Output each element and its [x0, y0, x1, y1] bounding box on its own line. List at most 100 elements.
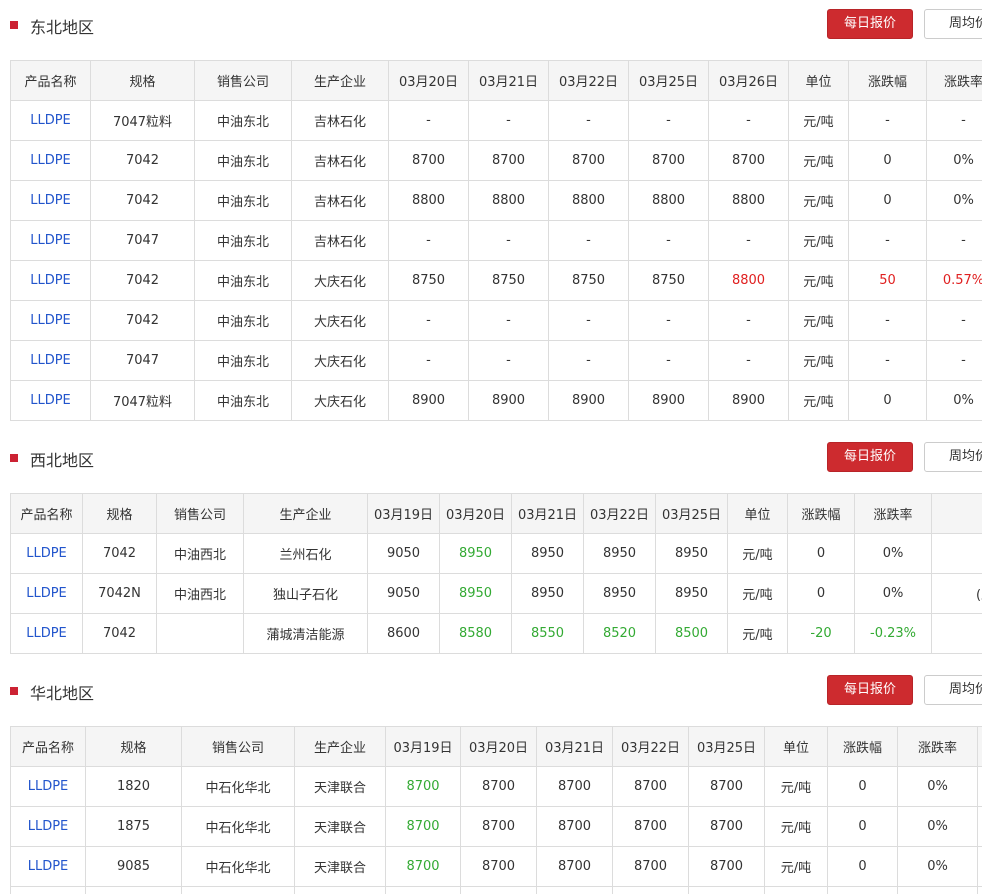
cell-producer: 兰州石化 [243, 533, 368, 574]
cell-price: 8700 [385, 766, 461, 807]
cell-price: 8700 [460, 806, 537, 847]
cell-change-rate: 0% [854, 573, 932, 614]
product-link[interactable]: LLDPE [10, 613, 83, 654]
column-header: 03月25日 [655, 493, 728, 534]
cell-price: 8700 [536, 846, 613, 887]
cell-price: 8700 [612, 806, 689, 847]
daily-price-button[interactable]: 每日报价 [827, 9, 913, 39]
weekly-avg-button[interactable]: 周均价 [924, 9, 982, 39]
cell-price: - [548, 340, 629, 381]
daily-price-button[interactable]: 每日报价 [827, 675, 913, 705]
product-link[interactable]: LLDPE [10, 340, 91, 381]
product-link[interactable]: LLDPE [10, 180, 91, 221]
product-link[interactable]: LLDPE [10, 533, 83, 574]
cell-price: - [548, 100, 629, 141]
column-header: 03月19日 [367, 493, 440, 534]
cell-sales-company: 中油东北 [194, 100, 292, 141]
product-link[interactable]: LLDPE [10, 300, 91, 341]
column-header: 03月25日 [628, 60, 709, 101]
cell-price: 8700 [612, 766, 689, 807]
column-header [931, 493, 982, 534]
product-link[interactable]: LLDPE [10, 846, 86, 887]
cell-spec: 7042N [82, 573, 157, 614]
cell-unit: 元/吨 [764, 846, 828, 887]
cell-spec: 9085 [85, 846, 182, 887]
cell-sales-company: 中油东北 [194, 180, 292, 221]
column-header: 03月20日 [388, 60, 469, 101]
cell-price: 8750 [468, 260, 549, 301]
cell-price [536, 886, 613, 894]
cell-change-amount: - [848, 100, 927, 141]
product-link[interactable]: LLDPE [10, 140, 91, 181]
cell-price: 8550 [511, 613, 584, 654]
product-link[interactable]: LLDPE [10, 573, 83, 614]
cell-producer: 天津联合 [294, 766, 386, 807]
column-header: 产品名称 [10, 726, 86, 767]
cell-price: 9050 [367, 573, 440, 614]
column-header: 涨跌幅 [787, 493, 855, 534]
cell-producer: 大庆石化 [291, 260, 389, 301]
cell-extra [977, 766, 982, 807]
column-header: 单位 [727, 493, 788, 534]
cell-sales-company: 中油西北 [156, 533, 244, 574]
cell-spec: 7042 [90, 260, 195, 301]
product-link[interactable]: LLDPE [10, 766, 86, 807]
cell-price: - [628, 220, 709, 261]
column-header: 03月20日 [439, 493, 512, 534]
table-row: LLDPE 7047粒料 中油东北 大庆石化 8900 8900 8900 8900 8900 元… [10, 380, 982, 421]
table-header-row: 产品名称 规格 销售公司 生产企业 03月19日 03月20日 03月21日 03月22日 03… [10, 493, 982, 534]
cell-price: 8950 [511, 573, 584, 614]
price-table-northeast: 产品名称 规格 销售公司 生产企业 03月20日 03月21日 03月22日 03月25日 03… [10, 60, 982, 421]
cell-unit: 元/吨 [788, 220, 849, 261]
table-row: LLDPE 1875 中石化华北 天津联合 8700 8700 8700 8700 8700 元/… [10, 806, 982, 847]
cell-producer: 大庆石化 [291, 380, 389, 421]
product-link[interactable]: LLDPE [10, 380, 91, 421]
cell-unit: 元/吨 [788, 180, 849, 221]
cell-price: 8800 [628, 180, 709, 221]
cell-price: - [548, 300, 629, 341]
product-link[interactable]: LLDPE [10, 806, 86, 847]
column-header: 涨跌幅 [848, 60, 927, 101]
cell-change-rate: -0.23% [854, 613, 932, 654]
daily-price-button[interactable]: 每日报价 [827, 442, 913, 472]
cell-producer: 吉林石化 [291, 100, 389, 141]
cell-producer: 蒲城清洁能源 [243, 613, 368, 654]
cell-price: 8800 [468, 180, 549, 221]
cell-price: 8800 [388, 180, 469, 221]
table-row: LLDPE 7042 中油东北 大庆石化 8750 8750 8750 8750 8800 元/吨… [10, 260, 982, 301]
cell-producer: 大庆石化 [291, 340, 389, 381]
cell-price: - [548, 220, 629, 261]
cell-producer: 吉林石化 [291, 140, 389, 181]
weekly-avg-button[interactable]: 周均价 [924, 442, 982, 472]
product-link[interactable]: LLDPE [10, 260, 91, 301]
section-marker [10, 687, 18, 695]
cell-change-amount: - [848, 300, 927, 341]
cell-product-name [10, 886, 86, 894]
cell-change-amount: -20 [787, 613, 855, 654]
cell-change-amount: - [848, 220, 927, 261]
cell-sales-company: 中油东北 [194, 300, 292, 341]
column-header: 03月19日 [385, 726, 461, 767]
cell-spec: 7042 [90, 180, 195, 221]
cell-price: 8700 [612, 846, 689, 887]
section-marker [10, 21, 18, 29]
column-header [977, 726, 982, 767]
product-link[interactable]: LLDPE [10, 100, 91, 141]
weekly-avg-button[interactable]: 周均价 [924, 675, 982, 705]
cell-price: 8700 [536, 806, 613, 847]
section-header-north: 华北地区 每日报价 周均价 [0, 675, 982, 705]
cell-price: 8600 [367, 613, 440, 654]
cell-price: 8750 [388, 260, 469, 301]
cell-unit [764, 886, 828, 894]
product-link[interactable]: LLDPE [10, 220, 91, 261]
cell-price: 8700 [468, 140, 549, 181]
column-header: 03月26日 [708, 60, 789, 101]
cell-price: 8500 [655, 613, 728, 654]
cell-price [385, 886, 461, 894]
cell-price: 8700 [708, 140, 789, 181]
cell-price [460, 886, 537, 894]
cell-spec [85, 886, 182, 894]
price-table-northwest: 产品名称 规格 销售公司 生产企业 03月19日 03月20日 03月21日 03月22日 03… [10, 493, 982, 654]
column-header: 涨跌率 [926, 60, 982, 101]
cell-sales-company [181, 886, 295, 894]
